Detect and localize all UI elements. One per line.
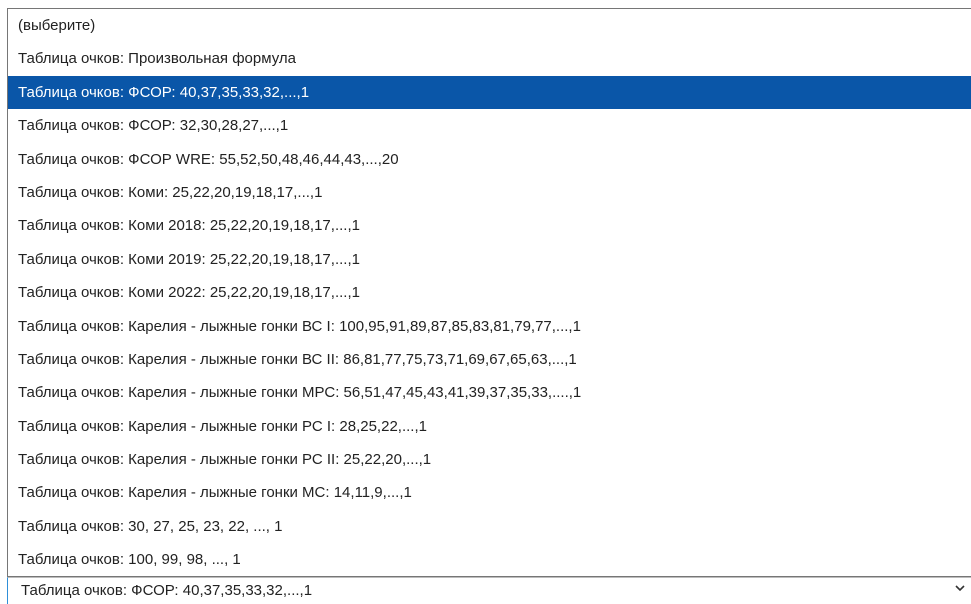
option-100-99-98[interactable]: Таблица очков: 100, 99, 98, ..., 1 bbox=[8, 543, 971, 576]
option-karelia-vs1[interactable]: Таблица очков: Карелия - лыжные гонки ВС… bbox=[8, 310, 971, 343]
points-table-select[interactable]: Таблица очков: ФСОР: 40,37,35,33,32,...,… bbox=[7, 577, 971, 604]
option-karelia-rs1[interactable]: Таблица очков: Карелия - лыжные гонки РС… bbox=[8, 410, 971, 443]
option-komi-2018[interactable]: Таблица очков: Коми 2018: 25,22,20,19,18… bbox=[8, 209, 971, 242]
dropdown-options-list: (выберите) Таблица очков: Произвольная ф… bbox=[7, 8, 971, 577]
option-custom-formula[interactable]: Таблица очков: Произвольная формула bbox=[8, 42, 971, 75]
option-karelia-vs2[interactable]: Таблица очков: Карелия - лыжные гонки ВС… bbox=[8, 343, 971, 376]
option-komi-2019[interactable]: Таблица очков: Коми 2019: 25,22,20,19,18… bbox=[8, 243, 971, 276]
option-fsor-40[interactable]: Таблица очков: ФСОР: 40,37,35,33,32,...,… bbox=[8, 75, 971, 110]
select-current-value: Таблица очков: ФСОР: 40,37,35,33,32,...,… bbox=[21, 582, 313, 599]
option-fsor-32[interactable]: Таблица очков: ФСОР: 32,30,28,27,...,1 bbox=[8, 109, 971, 142]
option-placeholder[interactable]: (выберите) bbox=[8, 9, 971, 42]
option-komi-2022[interactable]: Таблица очков: Коми 2022: 25,22,20,19,18… bbox=[8, 276, 971, 309]
option-30-27-25[interactable]: Таблица очков: 30, 27, 25, 23, 22, ..., … bbox=[8, 510, 971, 543]
option-karelia-mrs[interactable]: Таблица очков: Карелия - лыжные гонки МР… bbox=[8, 376, 971, 409]
option-fsor-wre[interactable]: Таблица очков: ФСОР WRE: 55,52,50,48,46,… bbox=[8, 143, 971, 176]
option-komi[interactable]: Таблица очков: Коми: 25,22,20,19,18,17,.… bbox=[8, 176, 971, 209]
option-karelia-ms[interactable]: Таблица очков: Карелия - лыжные гонки МС… bbox=[8, 476, 971, 509]
chevron-down-icon[interactable] bbox=[953, 581, 967, 595]
option-karelia-rs2[interactable]: Таблица очков: Карелия - лыжные гонки РС… bbox=[8, 443, 971, 476]
